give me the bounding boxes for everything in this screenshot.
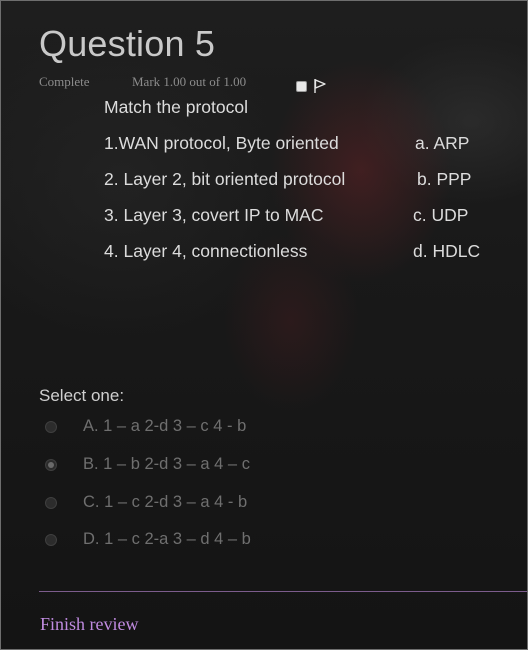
match-row: 4. Layer 4, connectionless d. HDLC <box>104 241 504 265</box>
flag-icon[interactable] <box>313 78 327 94</box>
match-right-item: a. ARP <box>415 133 470 153</box>
answer-option-b[interactable]: B. 1 – b 2-d 3 – a 4 – c <box>45 455 345 477</box>
radio-button[interactable] <box>45 497 57 509</box>
answer-option-d[interactable]: D. 1 – c 2-a 3 – d 4 – b <box>45 530 345 552</box>
answer-option-a[interactable]: A. 1 – a 2-d 3 – c 4 - b <box>45 417 345 439</box>
answer-option-text: D. 1 – c 2-a 3 – d 4 – b <box>83 530 251 548</box>
select-one-label: Select one: <box>39 386 125 405</box>
radio-button[interactable] <box>45 534 57 546</box>
answer-option-text: A. 1 – a 2-d 3 – c 4 - b <box>83 417 247 435</box>
match-left-item: 3. Layer 3, covert IP to MAC <box>104 205 324 225</box>
question-state: Complete <box>39 74 90 89</box>
match-left-item: 1.WAN protocol, Byte oriented <box>104 133 339 153</box>
match-row: 1.WAN protocol, Byte oriented a. ARP <box>104 133 504 157</box>
finish-review-link[interactable]: Finish review <box>40 614 139 635</box>
answer-option-text: C. 1 – c 2-d 3 – a 4 - b <box>83 493 248 511</box>
radio-button-selected[interactable] <box>45 459 57 471</box>
answer-option-text: B. 1 – b 2-d 3 – a 4 – c <box>83 455 250 473</box>
match-right-item: d. HDLC <box>413 241 481 261</box>
question-title: Question 5 <box>39 23 216 64</box>
question-prompt: Match the protocol <box>104 97 248 117</box>
footer-divider <box>39 591 527 592</box>
match-right-item: c. UDP <box>413 205 469 225</box>
match-row: 2. Layer 2, bit oriented protocol b. PPP <box>104 169 504 193</box>
match-left-item: 2. Layer 2, bit oriented protocol <box>104 169 346 189</box>
radio-button[interactable] <box>45 421 57 433</box>
question-mark: Mark 1.00 out of 1.00 <box>132 74 247 89</box>
answer-option-c[interactable]: C. 1 – c 2-d 3 – a 4 - b <box>45 493 345 515</box>
match-row: 3. Layer 3, covert IP to MAC c. UDP <box>104 205 504 229</box>
flag-question-checkbox[interactable] <box>296 81 307 92</box>
match-right-item: b. PPP <box>417 169 472 189</box>
quiz-review-page: Question 5 Complete Mark 1.00 out of 1.0… <box>0 0 528 650</box>
match-left-item: 4. Layer 4, connectionless <box>104 241 308 261</box>
